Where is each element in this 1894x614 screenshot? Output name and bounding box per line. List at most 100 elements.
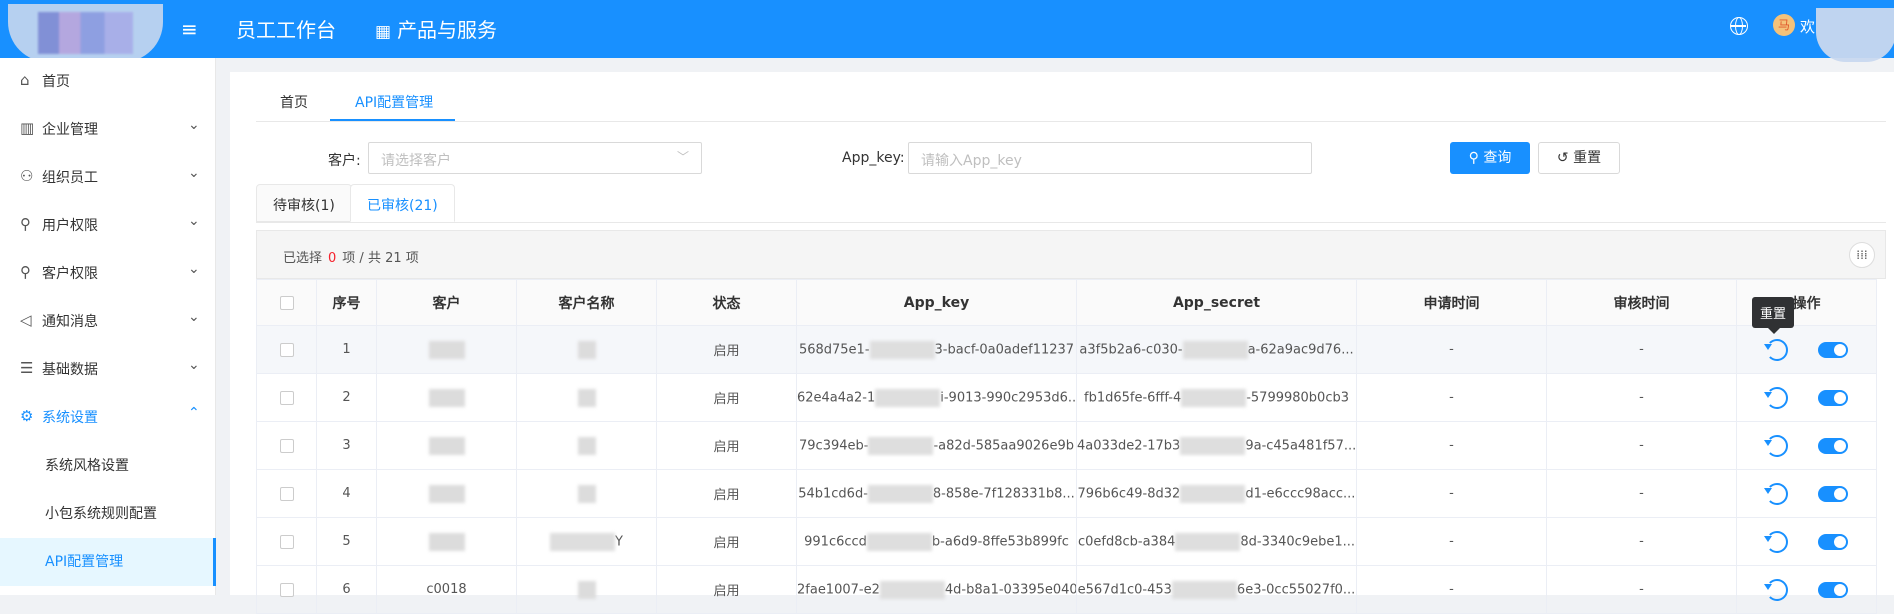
menu-toggle-icon[interactable]: ≡ [181,17,198,41]
row-checkbox[interactable] [279,582,294,597]
row-checkbox[interactable] [279,390,294,405]
sidebar-item-home[interactable]: ⌂ 首页 [0,58,216,106]
enable-toggle[interactable] [1817,581,1848,598]
col-header: App_secret [1076,279,1357,326]
reset-button[interactable]: ↺ 重置 [1538,142,1620,174]
sidebar-item-enterprise[interactable]: ▥ 企业管理 ⌄ [0,106,216,154]
chevron-down-icon: ⌄ [188,261,200,277]
cell-app-secret: 4a033de2-17b3 9a-c45a481f57... [1076,421,1357,470]
customer-select[interactable]: 请选择客户 ﹀ [368,142,702,174]
sidebar-item-style-settings[interactable]: 系统风格设置 [0,442,216,490]
redacted [577,484,596,503]
sidebar-item-customer-perm[interactable]: ⚲ 客户权限 ⌄ [0,250,216,298]
selection-bar: 已选择 0 项 / 共 21 项 ⁞⁞⁞ [256,230,1886,279]
select-all-checkbox[interactable] [279,295,294,310]
sidebar-item-system-settings[interactable]: ⚙ 系统设置 ⌃ [0,394,216,442]
table-row: 6 c0018 启用 2fae1007-e24d-b8a1-03395e0406… [256,565,1877,614]
sidebar-item-basic-data[interactable]: ☰ 基础数据 ⌄ [0,346,216,394]
nav-products-services[interactable]: ▦ 产品与服务 [375,14,497,43]
cell-actions [1736,421,1877,470]
redacted [577,340,596,359]
col-header: 客户 [376,279,517,326]
cell-app-key: 568d75e1- 3-bacf-0a0adef11237 [796,325,1077,374]
reset-secret-icon[interactable] [1763,530,1788,553]
cell-app-key: 991c6ccd b-a6d9-8ffe53b899fc [796,517,1077,566]
chevron-up-icon: ⌃ [188,405,200,421]
col-header: App_key [796,279,1077,326]
select-all-header[interactable] [256,279,317,326]
sidebar-item-org-staff[interactable]: ⚇ 组织员工 ⌄ [0,154,216,202]
cell-review-time: - [1546,373,1737,422]
cell-review-time: - [1546,565,1737,614]
redacted [1182,340,1248,359]
cell-customer-name [516,325,657,374]
tab-pending[interactable]: 待审核(1) [256,184,352,222]
sidebar-item-parcel-rules[interactable]: 小包系统规则配置 [0,490,216,538]
row-checkbox[interactable] [279,486,294,501]
search-icon: ⚲ [1468,150,1484,166]
reset-tooltip: 重置 [1752,297,1795,334]
reset-secret-icon[interactable] [1763,338,1788,361]
row-no: 4 [316,469,377,518]
database-icon: ☰ [20,359,34,377]
column-settings-icon[interactable]: ⁞⁞⁞ [1849,242,1875,268]
cell-customer-name [516,373,657,422]
sidebar-item-notifications[interactable]: ◁ 通知消息 ⌄ [0,298,216,346]
customer-key-icon: ⚲ [20,263,31,281]
cell-status: 启用 [656,325,797,374]
enable-toggle[interactable] [1817,389,1848,406]
appkey-input[interactable]: 请输入App_key [908,142,1312,174]
reset-secret-icon[interactable] [1763,482,1788,505]
tab-home[interactable]: 首页 [280,92,308,112]
table-row: 3 启用 79c394eb- -a82d-585aa9026e9b 4a033de… [256,421,1877,470]
tab-approved[interactable]: 已审核(21) [350,184,455,222]
username-redacted[interactable] [1816,8,1894,62]
redacted [428,484,465,503]
reset-secret-icon[interactable] [1763,578,1788,601]
row-checkbox[interactable] [279,342,294,357]
enable-toggle[interactable] [1817,533,1848,550]
table-row: 2 启用 62e4a4a2-1 i-9013-990c2953d6... fb1d… [256,373,1877,422]
cell-apply-time: - [1356,421,1547,470]
nav-staff-workbench[interactable]: 员工工作台 [236,14,336,43]
tab-api-config[interactable]: API配置管理 [355,92,433,112]
row-no: 3 [316,421,377,470]
sidebar-item-user-perm[interactable]: ⚲ 用户权限 ⌄ [0,202,216,250]
cell-actions [1736,565,1877,614]
apps-grid-icon: ▦ [375,22,392,42]
chevron-down-icon: ⌄ [188,117,200,133]
globe-icon[interactable] [1730,17,1748,35]
cell-apply-time: - [1356,565,1547,614]
appkey-label: App_key: [842,150,905,166]
logo[interactable] [8,4,163,62]
redacted [577,580,596,599]
cell-app-secret: 796b6c49-8d32 d1-e6ccc98acc... [1076,469,1357,518]
chevron-down-icon: ⌄ [188,165,200,181]
redacted [550,532,616,551]
cell-customer-name [516,421,657,470]
col-header: 审核时间 [1546,279,1737,326]
row-checkbox[interactable] [279,438,294,453]
sidebar-item-api-config[interactable]: API配置管理 [0,538,216,586]
redacted [577,388,596,407]
cell-customer-name [516,565,657,614]
redacted [869,340,935,359]
enable-toggle[interactable] [1817,341,1848,358]
welcome-text: 欢 [1800,18,1816,36]
redacted [428,532,465,551]
redacted [428,388,465,407]
cell-apply-time: - [1356,517,1547,566]
redacted [1180,484,1246,503]
row-checkbox[interactable] [279,534,294,549]
speaker-icon: ◁ [20,311,32,329]
col-header: 序号 [316,279,377,326]
avatar[interactable]: 马 [1773,14,1795,36]
cell-customer-name: Y [516,517,657,566]
reset-secret-icon[interactable] [1763,434,1788,457]
reset-secret-icon[interactable] [1763,386,1788,409]
redacted [1181,388,1247,407]
search-button[interactable]: ⚲ 查询 [1450,142,1530,174]
enable-toggle[interactable] [1817,437,1848,454]
cell-app-key: 2fae1007-e24d-b8a1-03395e0406... [796,565,1077,614]
enable-toggle[interactable] [1817,485,1848,502]
